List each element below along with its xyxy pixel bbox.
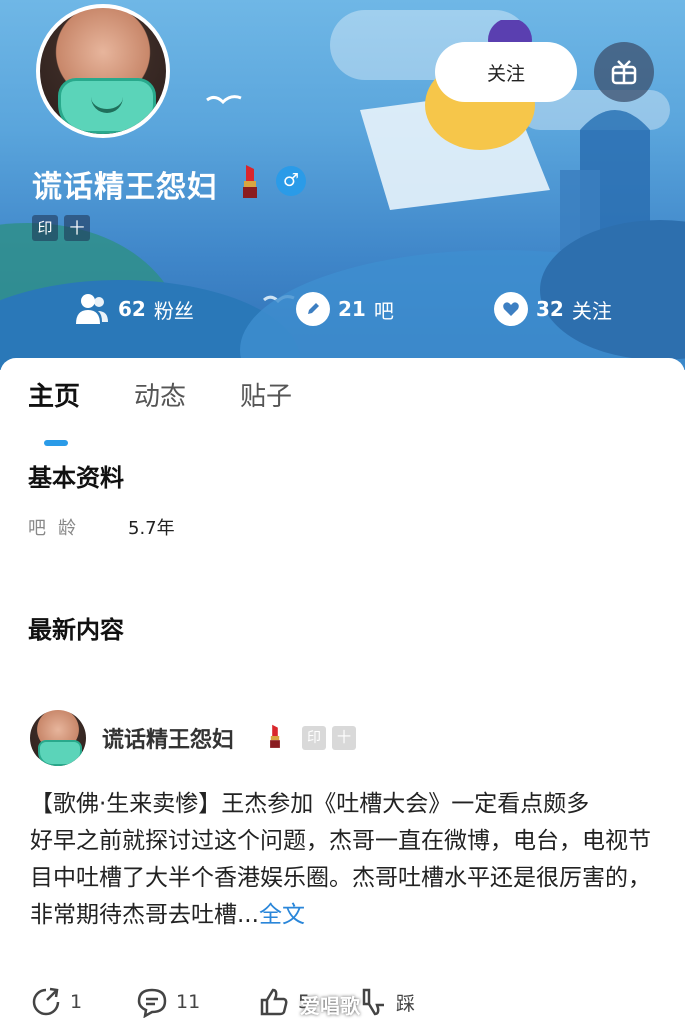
post-excerpt: 好早之前就探讨过这个问题，杰哥一直在微博，电台，电视节目中吐槽了大半个香港娱乐圈… <box>30 823 660 934</box>
read-more-link[interactable]: 全文 <box>259 902 305 928</box>
stat-bars[interactable]: 21 吧 <box>296 292 394 326</box>
post-author-name[interactable]: 谎话精王怨妇 <box>102 722 234 754</box>
level-badge: 十 <box>64 215 90 241</box>
bars-count: 21 <box>338 297 366 321</box>
gift-icon <box>611 60 637 85</box>
stat-following[interactable]: 32 关注 <box>494 292 612 326</box>
bird-icon <box>206 95 242 105</box>
latest-content-title: 最新内容 <box>28 616 124 644</box>
heart-icon <box>494 292 528 326</box>
comment-icon <box>137 988 167 1018</box>
post-level-badge: 十 <box>332 726 356 750</box>
post-level-badge: 印 <box>302 726 326 750</box>
dislike-label: 踩 <box>396 992 416 1015</box>
comment-count: 11 <box>176 991 201 1013</box>
dislike-button[interactable]: 踩 <box>360 986 415 1018</box>
thumbs-down-icon <box>362 988 384 1016</box>
profile-content-panel: 主页 动态 贴子 基本资料 吧龄 5.7年 最新内容 谎话精王怨妇 印 十 【歌… <box>0 358 685 1020</box>
post-content[interactable]: 【歌佛·生来卖惨】王杰参加《吐槽大会》一定看点颇多 好早之前就探讨过这个问题，杰… <box>30 786 660 934</box>
post-excerpt-text: 好早之前就探讨过这个问题，杰哥一直在微博，电台，电视节目中吐槽了大半个香港娱乐圈… <box>30 828 651 928</box>
profile-tabs: 主页 动态 贴子 <box>0 376 685 446</box>
stat-fans[interactable]: 62 粉丝 <box>74 292 194 326</box>
level-badge: 印 <box>32 215 58 241</box>
following-label: 关注 <box>571 298 612 323</box>
bars-label: 吧 <box>373 298 394 323</box>
fans-label: 粉丝 <box>153 298 194 323</box>
fans-count: 62 <box>118 297 146 321</box>
watermark-text: 爱唱歌 <box>300 994 360 1018</box>
pencil-icon <box>296 292 330 326</box>
profile-avatar[interactable] <box>36 4 170 138</box>
share-count: 1 <box>70 991 83 1013</box>
comment-button[interactable]: 11 <box>136 986 200 1018</box>
share-button[interactable]: 1 <box>30 986 82 1018</box>
tab-posts[interactable]: 贴子 <box>240 376 292 413</box>
lipstick-icon <box>270 724 280 748</box>
profile-banner: 关注 谎话精王怨妇 ♂ 印 十 62 粉丝 21 吧 32 关注 <box>0 0 685 370</box>
post-author-avatar[interactable] <box>30 710 86 766</box>
profile-username: 谎话精王怨妇 <box>32 170 218 205</box>
gift-button[interactable] <box>594 42 654 102</box>
basic-info-title: 基本资料 <box>28 464 124 492</box>
face-mask-decoration <box>38 740 82 766</box>
bar-age-value: 5.7年 <box>128 518 175 539</box>
users-icon <box>76 294 108 324</box>
follow-button[interactable]: 关注 <box>435 42 577 102</box>
following-count: 32 <box>536 297 564 321</box>
lipstick-icon <box>243 165 257 198</box>
tab-home[interactable]: 主页 <box>28 376 80 413</box>
male-gender-icon: ♂ <box>276 166 306 196</box>
post-title: 【歌佛·生来卖惨】王杰参加《吐槽大会》一定看点颇多 <box>30 791 590 817</box>
bar-age-label: 吧龄 <box>28 518 88 539</box>
thumbs-up-icon <box>260 988 288 1016</box>
tab-activity[interactable]: 动态 <box>134 376 186 413</box>
active-tab-indicator <box>44 440 68 446</box>
face-mask-decoration <box>58 78 156 134</box>
share-icon <box>32 987 60 1016</box>
